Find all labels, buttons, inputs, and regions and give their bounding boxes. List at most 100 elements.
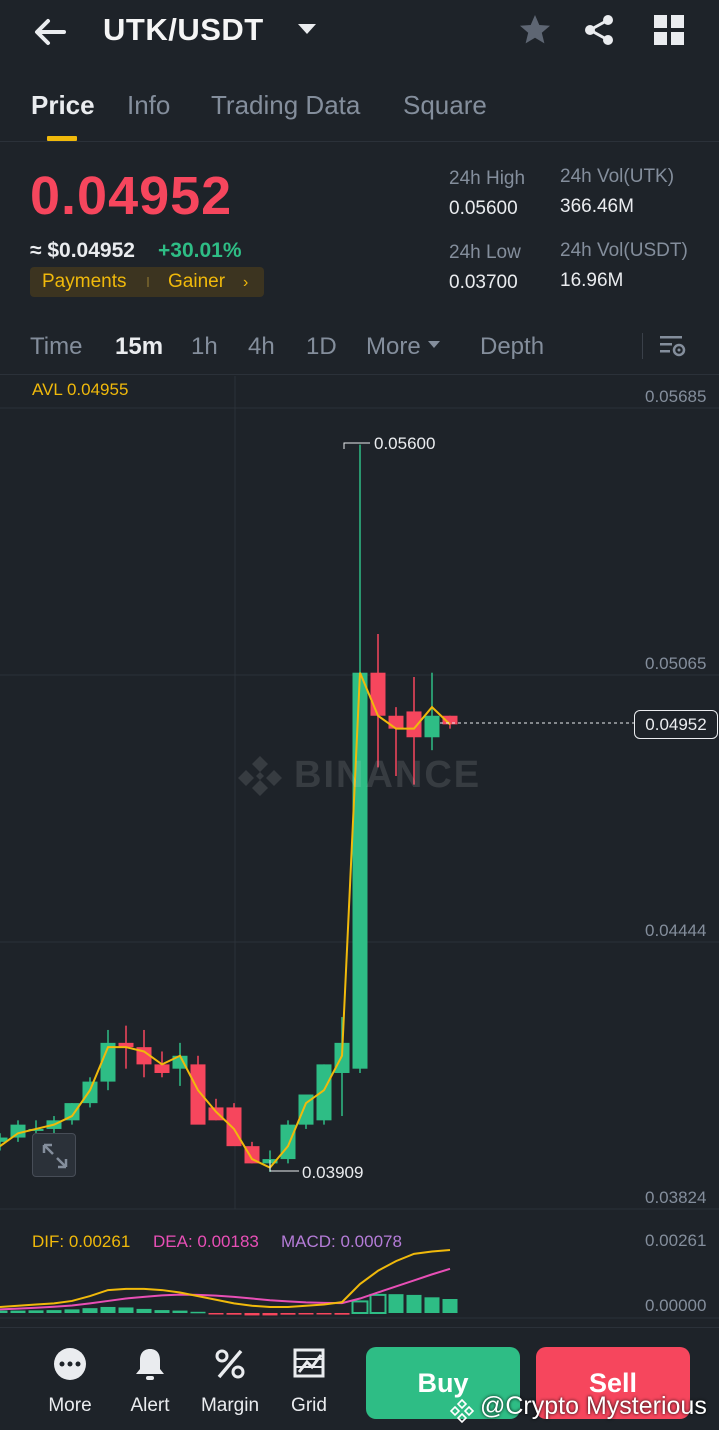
candle-body [406, 711, 422, 738]
macd-bar [10, 1310, 26, 1313]
macd-bar [118, 1307, 134, 1313]
margin-button[interactable]: Margin [195, 1338, 265, 1417]
interval-bar: Time 15m 1h 4h 1D More Depth [0, 325, 719, 375]
candle [136, 1029, 152, 1078]
candle-body [370, 672, 386, 716]
macd-bar [100, 1306, 116, 1313]
tag-payments[interactable]: Payments [42, 271, 126, 293]
alert-label: Alert [130, 1395, 170, 1416]
price-change: +30.01% [158, 239, 242, 262]
candle-body [82, 1081, 98, 1104]
low-label: 24h Low [449, 242, 521, 263]
bell-icon [136, 1349, 164, 1380]
macd-bar [280, 1313, 296, 1315]
binance-watermark: BINANCE [236, 752, 486, 800]
high-label: 24h High [449, 168, 526, 189]
tab-square[interactable]: Square [403, 90, 487, 121]
interval-depth[interactable]: Depth [480, 333, 544, 361]
tab-info[interactable]: Info [127, 90, 170, 121]
pair-title[interactable]: UTK/USDT [103, 12, 264, 48]
macd-bar [0, 1310, 8, 1313]
macd-bar [28, 1310, 44, 1313]
star-icon[interactable] [517, 12, 553, 48]
expand-chart-button[interactable] [32, 1133, 76, 1177]
low-marker-label: 0.03909 [302, 1163, 364, 1182]
chevron-right-icon: › [243, 274, 249, 291]
macd-bar [208, 1313, 224, 1315]
candle [64, 1103, 80, 1125]
macd-bar [442, 1299, 458, 1313]
candle [442, 715, 458, 729]
share-icon[interactable] [581, 12, 617, 48]
y-axis-label: 0.04444 [645, 921, 707, 940]
macd-label: MACD: 0.00078 [281, 1232, 402, 1251]
interval-15m[interactable]: 15m [115, 333, 163, 361]
y-axis-label: 0.03824 [645, 1188, 707, 1207]
vol-base-label: 24h Vol(UTK) [560, 166, 675, 187]
macd-bar [226, 1313, 242, 1315]
avl-label: AVL 0.04955 [32, 380, 129, 399]
more-caret-icon [428, 341, 440, 348]
avl-line [0, 672, 451, 1169]
macd-axis-label: 0.00261 [645, 1231, 707, 1250]
macd-axis-label: 0.00000 [645, 1296, 707, 1315]
grid-label: Grid [291, 1395, 327, 1416]
high-marker-line [343, 442, 370, 449]
last-price: 0.04952 [30, 166, 233, 226]
more-label: More [48, 1395, 92, 1416]
tab-trading-data[interactable]: Trading Data [211, 90, 360, 121]
macd-bar [190, 1311, 206, 1314]
low-value: 0.03700 [449, 272, 518, 293]
y-axis-label: 0.05065 [645, 654, 707, 673]
more-dots-icon [54, 1348, 86, 1380]
tag-gainer[interactable]: Gainer [168, 271, 225, 293]
macd-bar [351, 1300, 369, 1315]
candle-body [352, 672, 368, 1069]
price-chart[interactable] [0, 376, 719, 1326]
vol-quote-value: 16.96M [560, 270, 624, 291]
vol-quote-label: 24h Vol(USDT) [560, 240, 688, 261]
tab-price[interactable]: Price [31, 90, 95, 121]
dea-line [0, 1267, 451, 1311]
interval-4h[interactable]: 4h [248, 333, 275, 361]
margin-label: Margin [200, 1395, 260, 1416]
candle [280, 1120, 296, 1164]
expand-icon [42, 1143, 68, 1169]
macd-bar [82, 1308, 98, 1313]
candle-body [424, 715, 440, 738]
dif-label: DIF: 0.00261 [32, 1232, 131, 1251]
dropdown-caret-icon[interactable] [298, 24, 316, 34]
macd-bar [172, 1310, 188, 1313]
interval-1d[interactable]: 1D [306, 333, 337, 361]
candles-group [0, 444, 458, 1172]
macd-bar [154, 1310, 170, 1313]
interval-1h[interactable]: 1h [191, 333, 218, 361]
chart-settings-icon[interactable] [657, 331, 687, 361]
last-price-marker: 0.04952 [634, 710, 718, 739]
candle-body [208, 1107, 224, 1121]
grid-icon[interactable] [652, 13, 686, 47]
macd-bar [424, 1297, 440, 1313]
candle-body [226, 1107, 242, 1147]
vol-base-value: 366.46M [560, 196, 634, 217]
macd-bar [244, 1313, 260, 1316]
main-tabs: Price Info Trading Data Square [0, 80, 719, 142]
more-button[interactable]: More [35, 1338, 105, 1417]
active-tab-indicator [47, 136, 77, 141]
percent-icon [215, 1349, 245, 1379]
tag-box[interactable]: Payments Gainer › [30, 267, 264, 297]
high-marker-label: 0.05600 [374, 434, 436, 453]
back-arrow-icon[interactable] [30, 12, 70, 52]
dea-label: DEA: 0.00183 [153, 1232, 259, 1251]
grid-trading-icon [293, 1348, 325, 1378]
tag-divider [147, 277, 149, 287]
macd-bar [46, 1310, 62, 1313]
alert-button[interactable]: Alert [115, 1338, 185, 1417]
interval-more[interactable]: More [366, 333, 421, 361]
macd-bar [406, 1294, 422, 1313]
binance-logo-icon [449, 1398, 475, 1424]
macd-bar [298, 1313, 314, 1315]
watermark-text: BINANCE [294, 754, 482, 796]
grid-button[interactable]: Grid [274, 1338, 344, 1417]
interval-time[interactable]: Time [30, 333, 82, 361]
